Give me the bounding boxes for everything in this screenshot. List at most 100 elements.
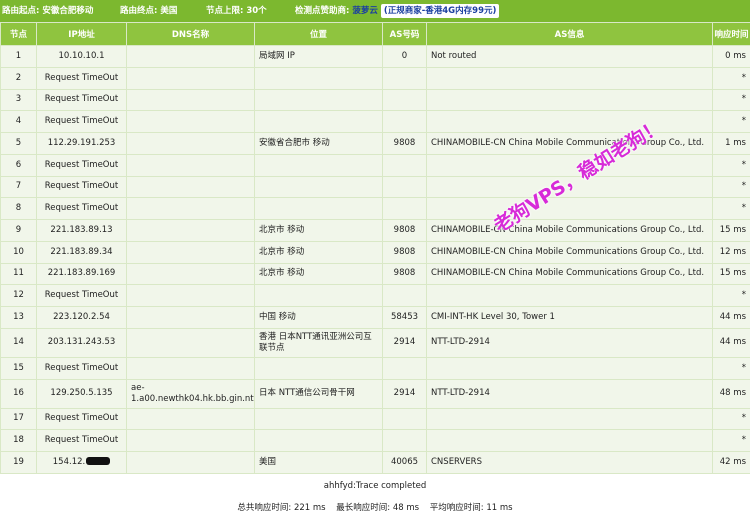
asinfo-cell — [427, 430, 713, 452]
time-cell: 1 ms — [713, 133, 750, 155]
location-cell — [255, 357, 383, 379]
as-cell: 58453 — [383, 307, 427, 329]
dns-cell — [127, 220, 255, 242]
location-cell: 北京市 移动 — [255, 220, 383, 242]
hop-cell: 13 — [1, 307, 37, 329]
as-cell — [383, 111, 427, 133]
ip-text: 154.12. — [53, 457, 85, 467]
hop-cell: 9 — [1, 220, 37, 242]
ip-cell: 223.120.2.54 — [37, 307, 127, 329]
location-cell: 美国 — [255, 452, 383, 474]
time-cell: * — [713, 408, 750, 430]
table-row: 12 Request TimeOut * — [1, 285, 750, 307]
asinfo-cell: NTT-LTD-2914 — [427, 379, 713, 408]
asinfo-cell: CHINAMOBILE-CN China Mobile Communicatio… — [427, 133, 713, 155]
sponsor-name-link[interactable]: 菠萝云 — [352, 6, 378, 16]
asinfo-cell — [427, 111, 713, 133]
ip-cell: Request TimeOut — [37, 198, 127, 220]
asinfo-cell: CNSERVERS — [427, 452, 713, 474]
ip-cell: Request TimeOut — [37, 111, 127, 133]
hop-cell: 17 — [1, 408, 37, 430]
max-response-time: 最长响应时间: 48 ms — [336, 503, 419, 513]
location-cell: 日本 NTT通信公司骨干网 — [255, 379, 383, 408]
asinfo-cell — [427, 357, 713, 379]
dns-cell — [127, 241, 255, 263]
dns-cell — [127, 357, 255, 379]
ip-cell: Request TimeOut — [37, 67, 127, 89]
hop-cell: 7 — [1, 176, 37, 198]
hop-cell: 11 — [1, 263, 37, 285]
asinfo-cell: Not routed — [427, 46, 713, 68]
time-cell: * — [713, 67, 750, 89]
as-cell — [383, 408, 427, 430]
dns-cell — [127, 176, 255, 198]
asinfo-cell — [427, 67, 713, 89]
asinfo-cell — [427, 198, 713, 220]
hop-cell: 12 — [1, 285, 37, 307]
location-cell: 北京市 移动 — [255, 241, 383, 263]
dns-cell — [127, 430, 255, 452]
col-asinfo-header: AS信息 — [427, 23, 713, 46]
asinfo-cell: CMI-INT-HK Level 30, Tower 1 — [427, 307, 713, 329]
location-cell — [255, 430, 383, 452]
table-row: 10 221.183.89.34 北京市 移动 9808 CHINAMOBILE… — [1, 241, 750, 263]
asinfo-cell — [427, 89, 713, 111]
ip-cell: Request TimeOut — [37, 408, 127, 430]
col-as-header: AS号码 — [383, 23, 427, 46]
table-row: 7 Request TimeOut * — [1, 176, 750, 198]
dns-cell — [127, 307, 255, 329]
table-row: 11 221.183.89.169 北京市 移动 9808 CHINAMOBIL… — [1, 263, 750, 285]
asinfo-cell — [427, 285, 713, 307]
table-row: 17 Request TimeOut * — [1, 408, 750, 430]
as-cell: 0 — [383, 46, 427, 68]
sponsor-ad-link[interactable]: (正规商家-香港4G内存99元) — [381, 4, 500, 18]
as-cell — [383, 357, 427, 379]
redacted-ip-mask — [86, 457, 110, 465]
asinfo-cell: CHINAMOBILE-CN China Mobile Communicatio… — [427, 263, 713, 285]
table-row: 2 Request TimeOut * — [1, 67, 750, 89]
location-cell: 局域网 IP — [255, 46, 383, 68]
hop-cell: 5 — [1, 133, 37, 155]
time-cell: * — [713, 111, 750, 133]
as-cell: 9808 — [383, 241, 427, 263]
as-cell: 2914 — [383, 379, 427, 408]
col-location-header: 位置 — [255, 23, 383, 46]
hop-cell: 15 — [1, 357, 37, 379]
hop-cell: 1 — [1, 46, 37, 68]
route-start-label: 路由起点: 安徽合肥移动 — [2, 0, 93, 22]
ip-cell: Request TimeOut — [37, 357, 127, 379]
dns-cell — [127, 154, 255, 176]
table-row: 19 154.12. 美国 40065 CNSERVERS 42 ms — [1, 452, 750, 474]
location-cell: 北京市 移动 — [255, 263, 383, 285]
total-response-time: 总共响应时间: 221 ms — [237, 503, 325, 513]
location-cell — [255, 154, 383, 176]
dns-cell — [127, 452, 255, 474]
hop-cell: 16 — [1, 379, 37, 408]
avg-response-time: 平均响应时间: 11 ms — [430, 503, 513, 513]
dns-cell — [127, 263, 255, 285]
ip-cell: Request TimeOut — [37, 176, 127, 198]
ip-cell: 221.183.89.13 — [37, 220, 127, 242]
as-cell: 2914 — [383, 328, 427, 357]
hop-cell: 4 — [1, 111, 37, 133]
asinfo-cell — [427, 408, 713, 430]
as-cell: 9808 — [383, 133, 427, 155]
as-cell — [383, 154, 427, 176]
time-cell: 12 ms — [713, 241, 750, 263]
location-cell: 中国 移动 — [255, 307, 383, 329]
route-end-label: 路由终点: 美国 — [120, 0, 177, 22]
ip-cell: 129.250.5.135 — [37, 379, 127, 408]
hop-cell: 6 — [1, 154, 37, 176]
table-row: 16 129.250.5.135 ae-1.a00.newthk04.hk.bb… — [1, 379, 750, 408]
time-cell: * — [713, 176, 750, 198]
asinfo-cell: NTT-LTD-2914 — [427, 328, 713, 357]
time-cell: * — [713, 430, 750, 452]
dns-cell — [127, 133, 255, 155]
table-row: 15 Request TimeOut * — [1, 357, 750, 379]
location-cell: 香港 日本NTT通讯亚洲公司互联节点 — [255, 328, 383, 357]
hop-cell: 8 — [1, 198, 37, 220]
node-limit-label: 节点上限: 30个 — [206, 0, 267, 22]
as-cell: 9808 — [383, 220, 427, 242]
table-header-row: 节点 IP地址 DNS名称 位置 AS号码 AS信息 响应时间 — [1, 23, 750, 46]
trace-summary: 总共响应时间: 221 ms 最长响应时间: 48 ms 平均响应时间: 11 … — [0, 501, 750, 513]
